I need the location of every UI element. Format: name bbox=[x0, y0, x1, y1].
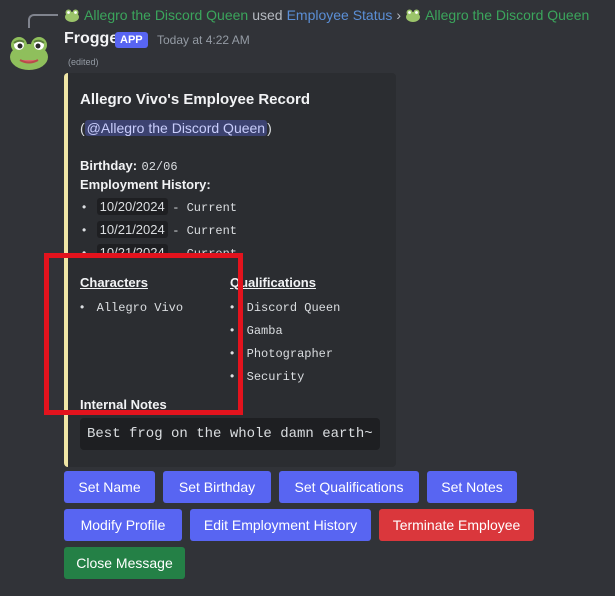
qualification-name: Discord Queen bbox=[246, 301, 341, 315]
history-date: 10/21/2024 bbox=[96, 221, 168, 238]
history-status: - Current bbox=[172, 201, 237, 215]
bullet-dot: • bbox=[82, 200, 87, 214]
close-message-button[interactable]: Close Message bbox=[64, 547, 185, 579]
modify-profile-button[interactable]: Modify Profile bbox=[64, 509, 182, 541]
reply-invoker-name[interactable]: Allegro the Discord Queen bbox=[84, 7, 248, 23]
history-item: • 10/20/2024 - Current bbox=[82, 198, 237, 216]
set-name-button[interactable]: Set Name bbox=[64, 471, 155, 503]
reply-used-text: used bbox=[252, 7, 283, 23]
history-status: - Current bbox=[172, 224, 237, 238]
mention-open-paren: ( bbox=[80, 120, 85, 136]
edited-label: (edited) bbox=[68, 57, 99, 67]
set-birthday-button[interactable]: Set Birthday bbox=[163, 471, 271, 503]
terminate-employee-button[interactable]: Terminate Employee bbox=[379, 509, 534, 541]
highlight-annotation-box bbox=[44, 253, 243, 415]
embed-mention-line: (@Allegro the Discord Queen) bbox=[80, 120, 272, 136]
history-date: 10/20/2024 bbox=[96, 198, 168, 215]
internal-notes-code-block: Best frog on the whole damn earth~ bbox=[80, 418, 380, 450]
frog-mini-icon bbox=[406, 9, 421, 22]
set-notes-button[interactable]: Set Notes bbox=[427, 471, 517, 503]
birthday-value: 02/06 bbox=[141, 160, 178, 174]
message-timestamp: Today at 4:22 AM bbox=[157, 33, 250, 47]
qualification-item: • Discord Queen bbox=[230, 298, 340, 316]
employment-history-label: Employment History: bbox=[80, 177, 211, 192]
frog-mini-icon bbox=[65, 9, 79, 22]
qualification-item: • Photographer bbox=[230, 344, 333, 362]
history-item: • 10/21/2024 - Current bbox=[82, 221, 237, 239]
qualification-name: Gamba bbox=[246, 324, 283, 338]
embed-title: Allegro Vivo's Employee Record bbox=[80, 91, 311, 108]
qualification-name: Security bbox=[246, 370, 305, 384]
birthday-label: Birthday: bbox=[80, 158, 138, 173]
reply-separator: › bbox=[396, 7, 402, 23]
birthday-row: Birthday: 02/06 bbox=[80, 157, 178, 175]
reply-command-name[interactable]: Employee Status bbox=[287, 7, 393, 23]
mention-close-paren: ) bbox=[267, 120, 272, 136]
reply-header: Allegro the Discord Queen used Employee … bbox=[64, 6, 589, 24]
bullet-dot: • bbox=[82, 223, 87, 237]
app-badge: APP bbox=[115, 32, 148, 48]
reply-connector bbox=[28, 14, 58, 28]
edit-employment-history-button[interactable]: Edit Employment History bbox=[190, 509, 371, 541]
frog-avatar-icon[interactable] bbox=[8, 30, 50, 72]
reply-target-name[interactable]: Allegro the Discord Queen bbox=[425, 7, 589, 23]
user-mention[interactable]: @Allegro the Discord Queen bbox=[84, 120, 268, 136]
set-qualifications-button[interactable]: Set Qualifications bbox=[279, 471, 419, 503]
qualification-name: Photographer bbox=[246, 347, 334, 361]
author-name[interactable]: Frogge bbox=[64, 30, 118, 48]
